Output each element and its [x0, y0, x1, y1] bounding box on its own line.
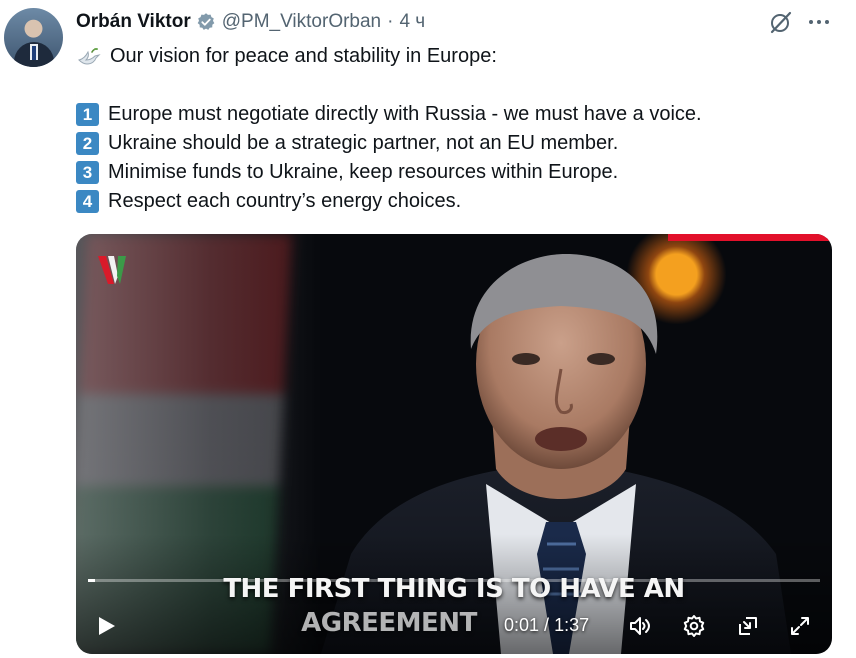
avatar-tie [32, 46, 36, 60]
author-handle[interactable]: @PM_ViktorOrban [222, 11, 381, 33]
duration: 1:37 [554, 615, 590, 635]
list-item-text: Respect each country’s energy choices. [108, 190, 462, 212]
keycap-number-icon: 1 [76, 103, 99, 126]
list-item-text: Minimise funds to Ukraine, keep resource… [108, 161, 619, 183]
tweet-intro-line: Our vision for peace and stability in Eu… [76, 42, 846, 71]
dove-icon [78, 47, 101, 65]
subtitle-line-1: THE FIRST THING IS TO HAVE AN [223, 574, 685, 604]
author-name[interactable]: Orbán Viktor [76, 11, 191, 33]
video-controls: 0:01 / 1:37 [76, 606, 832, 646]
more-options-icon[interactable] [806, 10, 832, 34]
video-player[interactable]: THE FIRST THING IS TO HAVE AN AGREEMENT … [76, 234, 832, 654]
author-avatar[interactable] [4, 8, 63, 67]
list-item: 2 Ukraine should be a strategic partner,… [76, 129, 846, 158]
channel-logo-icon [98, 256, 126, 284]
keycap-number-icon: 4 [76, 190, 99, 213]
settings-gear-icon[interactable] [682, 614, 706, 638]
header-separator: · [387, 11, 394, 32]
play-icon[interactable] [94, 614, 118, 638]
keycap-number-icon: 2 [76, 132, 99, 155]
video-time: 0:01 / 1:37 [504, 615, 590, 635]
picture-in-picture-icon[interactable] [736, 614, 760, 638]
volume-icon[interactable] [628, 614, 652, 638]
verified-badge-icon[interactable] [196, 12, 216, 32]
tweet-header: Orbán Viktor @PM_ViktorOrban · 4 ч [76, 9, 425, 35]
grok-icon[interactable] [768, 9, 794, 35]
list-item-text: Europe must negotiate directly with Russ… [108, 103, 702, 125]
fullscreen-icon[interactable] [788, 614, 812, 638]
tweet-intro-text: Our vision for peace and stability in Eu… [110, 45, 497, 67]
tweet-timestamp[interactable]: 4 ч [399, 11, 425, 33]
video-accent-bar [668, 234, 832, 241]
keycap-number-icon: 3 [76, 161, 99, 184]
list-item: 1 Europe must negotiate directly with Ru… [76, 100, 846, 129]
list-item-text: Ukraine should be a strategic partner, n… [108, 132, 619, 154]
list-item: 4 Respect each country’s energy choices. [76, 187, 846, 216]
tweet-text: Our vision for peace and stability in Eu… [76, 42, 846, 216]
current-time: 0:01 [504, 615, 540, 635]
list-item: 3 Minimise funds to Ukraine, keep resour… [76, 158, 846, 187]
